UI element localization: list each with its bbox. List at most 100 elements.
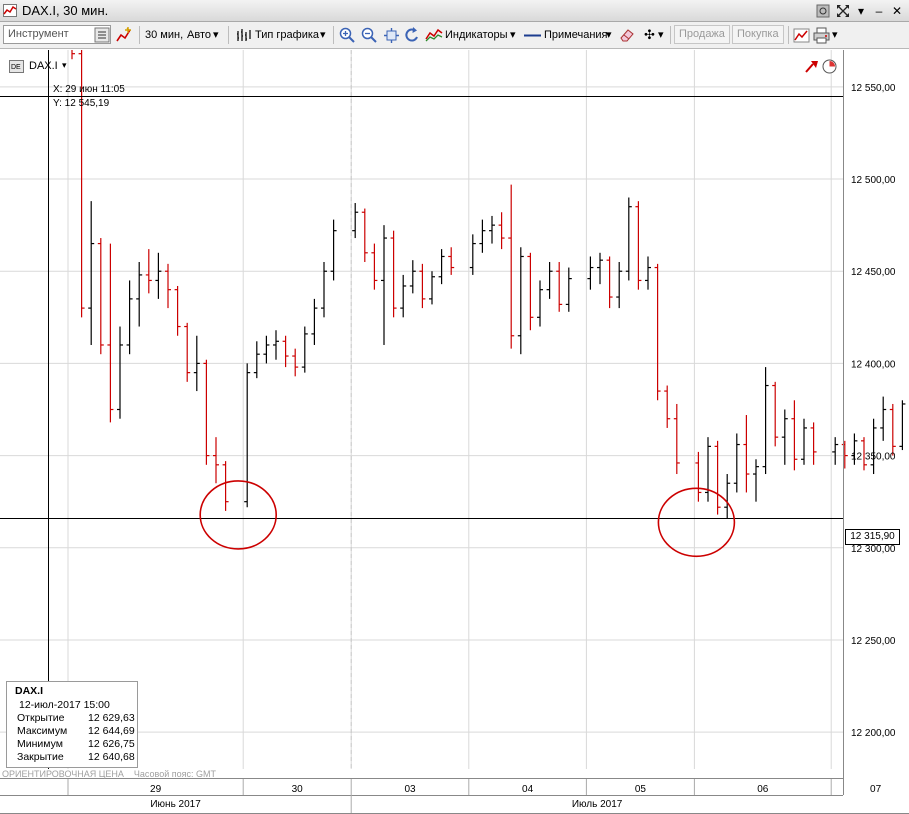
- chevron-down-icon[interactable]: ▾: [832, 26, 838, 44]
- zoom-in-icon[interactable]: [339, 27, 355, 43]
- price-bar: [664, 385, 671, 428]
- price-bar: [546, 262, 553, 299]
- price-bar: [772, 381, 779, 447]
- price-bar: [498, 212, 505, 250]
- trend-arrow-icon[interactable]: [805, 60, 819, 73]
- chevron-down-icon[interactable]: ▾: [606, 26, 612, 44]
- price-bar: [880, 396, 887, 441]
- chart-settings-icon[interactable]: [793, 27, 810, 44]
- price-bar: [184, 322, 191, 382]
- price-bar: [155, 252, 162, 299]
- price-bar: [107, 243, 114, 423]
- y-tick-label: 12 350,00: [851, 452, 896, 463]
- price-bar: [705, 437, 711, 502]
- dropdown-icon[interactable]: ▾: [853, 3, 869, 19]
- chevron-down-icon[interactable]: ▾: [213, 26, 219, 44]
- fullscreen-icon[interactable]: [835, 3, 851, 19]
- price-bar: [841, 440, 848, 469]
- price-bar: [273, 330, 279, 360]
- price-bar: [292, 348, 299, 377]
- scale-select[interactable]: Авто: [187, 26, 211, 44]
- chart-grid: [0, 50, 843, 769]
- price-bar: [203, 359, 210, 465]
- fit-chart-icon[interactable]: [383, 27, 400, 44]
- x-tick-label: 04: [522, 784, 534, 795]
- x-tick-label: 03: [404, 784, 416, 795]
- y-tick-label: 12 400,00: [851, 359, 896, 370]
- chevron-down-icon[interactable]: ▾: [510, 26, 516, 44]
- price-bar: [97, 238, 104, 355]
- x-tick-label: 06: [757, 784, 769, 795]
- x-tick-label: 05: [635, 784, 647, 795]
- low-marker-circle: [657, 487, 736, 558]
- price-bar: [321, 262, 327, 318]
- eraser-icon[interactable]: [619, 28, 635, 43]
- crosshair-lines: [0, 50, 843, 769]
- price-bar: [695, 451, 702, 502]
- price-bar: [253, 341, 260, 379]
- x-tick-label: 29: [150, 784, 162, 795]
- y-tick-label: 12 500,00: [851, 175, 896, 186]
- price-bar: [469, 234, 476, 275]
- price-bar: [565, 267, 572, 312]
- crosshair-icon[interactable]: ✣: [644, 26, 655, 44]
- price-bar: [587, 256, 594, 290]
- info-symbol: DAX.I: [15, 685, 44, 697]
- refresh-icon[interactable]: [404, 26, 421, 44]
- buy-button[interactable]: Покупка: [732, 25, 784, 44]
- info-row-close: Закрытие 12 640,68: [17, 751, 135, 763]
- info-row-low: Минимум 12 626,75: [17, 738, 135, 750]
- price-bar: [301, 326, 308, 373]
- price-bar: [733, 433, 740, 493]
- chevron-down-icon[interactable]: ▾: [320, 26, 326, 44]
- indicators-menu[interactable]: Индикаторы: [445, 26, 508, 44]
- price-marker: 12 315,90: [845, 529, 900, 545]
- x-tick-label: 30: [292, 784, 304, 795]
- info-row-open: Открытие 12 629,63: [17, 712, 135, 724]
- close-icon[interactable]: ✕: [889, 3, 905, 19]
- price-bar: [889, 403, 896, 456]
- notes-menu[interactable]: Примечания: [544, 26, 608, 44]
- price-bar: [527, 252, 534, 331]
- pin-icon[interactable]: [815, 3, 831, 19]
- notes-line-icon[interactable]: [524, 34, 541, 37]
- new-chart-icon[interactable]: [115, 27, 133, 44]
- svg-text:DE: DE: [11, 64, 21, 71]
- price-bar: [381, 225, 387, 345]
- y-tick-label: 12 250,00: [851, 636, 896, 647]
- chart-symbol[interactable]: DAX.I: [29, 60, 58, 72]
- price-bar: [489, 215, 495, 244]
- price-bar: [832, 437, 839, 465]
- instrument-list-icon[interactable]: [94, 27, 110, 43]
- timezone-label: Часовой пояс: GMT: [133, 769, 216, 779]
- chart-type-menu[interactable]: Тип графика: [255, 26, 319, 44]
- y-tick-label: 12 300,00: [851, 544, 896, 555]
- indicators-icon[interactable]: [425, 27, 443, 43]
- price-bar: [645, 256, 651, 290]
- crosshair-y-readout: Y: 12 545,19: [53, 98, 110, 109]
- low-marker-circle: [199, 480, 277, 550]
- chevron-down-icon[interactable]: ▾: [658, 26, 664, 44]
- price-bar: [517, 247, 524, 355]
- info-datetime: 12-июл-2017 15:00: [19, 699, 110, 711]
- x-tick-label: 07: [870, 784, 882, 795]
- interval-select[interactable]: 30 мин,: [145, 26, 183, 44]
- chart-type-icon[interactable]: [235, 27, 252, 44]
- price-bar: [743, 415, 750, 493]
- price-bar: [71, 50, 75, 60]
- print-icon[interactable]: [813, 27, 830, 44]
- price-bar: [361, 208, 368, 263]
- price-bar: [616, 262, 623, 309]
- y-tick-label: 12 450,00: [851, 267, 896, 278]
- sell-button[interactable]: Продажа: [674, 25, 730, 44]
- price-bar: [762, 367, 769, 475]
- chevron-down-icon[interactable]: ▾: [62, 60, 67, 71]
- minimize-icon[interactable]: –: [871, 3, 887, 19]
- price-bar: [390, 230, 397, 318]
- price-bar: [714, 440, 721, 515]
- price-bar: [174, 285, 181, 336]
- zoom-out-icon[interactable]: [361, 27, 377, 43]
- chart-toolbar: Инструмент 30 мин, Авто ▾ Тип графика ▾ …: [0, 22, 909, 49]
- price-bar: [479, 219, 486, 253]
- clock-icon[interactable]: [822, 59, 837, 74]
